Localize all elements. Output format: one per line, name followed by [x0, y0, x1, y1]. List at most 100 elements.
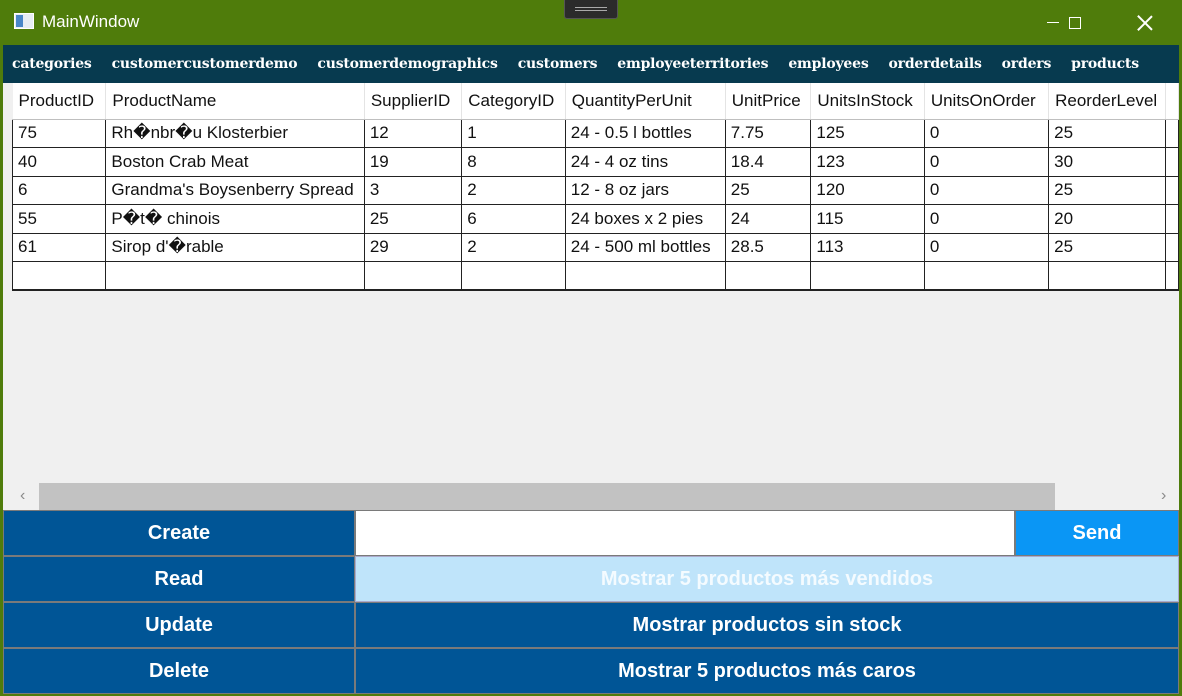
table-cell[interactable]: 24	[724, 204, 812, 234]
table-cell[interactable]: 0	[923, 147, 1050, 177]
table-cell[interactable]: 125	[810, 118, 925, 148]
table-cell[interactable]: 24 - 0.5 l bottles	[564, 118, 726, 148]
snap-layout-handle[interactable]	[564, 0, 618, 19]
menu-item-orders[interactable]: orders	[992, 56, 1061, 72]
menu-item-employees[interactable]: employees	[778, 56, 878, 72]
table-cell[interactable]: 0	[923, 204, 1050, 234]
table-cell[interactable]: 0	[923, 118, 1050, 148]
header-row: ProductID ProductName SupplierID Categor…	[12, 83, 1179, 120]
table-row[interactable]: 55 P�t� chinois 25 6 24 boxes x 2 pies 24 115 0…	[11, 204, 1179, 234]
table-cell[interactable]: 6	[461, 204, 566, 234]
maximize-button[interactable]	[1052, 0, 1098, 45]
table-cell[interactable]: 25	[1048, 175, 1166, 205]
title-bar[interactable]: MainWindow	[0, 0, 1182, 45]
table-cell[interactable]: 25	[363, 204, 463, 234]
table-cell[interactable]: 8	[461, 147, 566, 177]
table-row[interactable]	[11, 261, 1179, 291]
table-cell[interactable]: 0	[923, 232, 1050, 262]
table-cell[interactable]	[363, 261, 463, 291]
table-cell[interactable]: 19	[363, 147, 463, 177]
close-button[interactable]	[1122, 0, 1168, 45]
table-cell[interactable]: 120	[810, 175, 925, 205]
table-cell[interactable]: 40	[11, 147, 107, 177]
column-header-unitsonorder[interactable]: UnitsOnOrder	[924, 83, 1050, 120]
column-header-supplierid[interactable]: SupplierID	[364, 83, 463, 120]
table-cell[interactable]: Rh�nbr�u Klosterbier	[105, 118, 365, 148]
table-cell[interactable]: 2	[461, 232, 566, 262]
table-cell[interactable]	[11, 261, 107, 291]
table-cell[interactable]: 123	[810, 147, 925, 177]
table-cell[interactable]: 55	[11, 204, 107, 234]
table-cell[interactable]: Grandma's Boysenberry Spread	[105, 175, 365, 205]
table-cell[interactable]: 24 - 500 ml bottles	[564, 232, 726, 262]
read-button[interactable]: Read	[3, 556, 355, 602]
delete-button[interactable]: Delete	[3, 648, 355, 694]
column-header-reorderlevel[interactable]: ReorderLevel	[1048, 83, 1166, 120]
table-cell[interactable]: 1	[461, 118, 566, 148]
column-header-quantityperunit[interactable]: QuantityPerUnit	[565, 83, 726, 120]
table-cell[interactable]: Boston Crab Meat	[105, 147, 365, 177]
table-cell[interactable]: Sirop d'�rable	[105, 232, 365, 262]
scroll-left-icon[interactable]: ‹	[20, 487, 25, 505]
column-header-unitprice[interactable]: UnitPrice	[725, 83, 812, 120]
table-cell[interactable]: 12	[363, 118, 463, 148]
update-button[interactable]: Update	[3, 602, 355, 648]
horizontal-scrollbar[interactable]: ‹ ›	[3, 483, 1179, 510]
table-cell[interactable]: 3	[363, 175, 463, 205]
table-cell[interactable]	[810, 261, 925, 291]
table-cell[interactable]: 2	[461, 175, 566, 205]
window-title: MainWindow	[42, 12, 140, 31]
create-button[interactable]: Create	[3, 510, 355, 556]
table-cell[interactable]: 25	[1048, 232, 1166, 262]
table-cell[interactable]: 113	[810, 232, 925, 262]
table-cell[interactable]: 25	[724, 175, 812, 205]
menu-item-customerdemographics[interactable]: customerdemographics	[307, 56, 507, 72]
scrollbar-thumb[interactable]	[39, 483, 1055, 510]
table-cell[interactable]: 28.5	[724, 232, 812, 262]
menu-item-customers[interactable]: customers	[508, 56, 608, 72]
table-cell[interactable]: 0	[923, 175, 1050, 205]
table-cell[interactable]: 24 boxes x 2 pies	[564, 204, 726, 234]
table-cell[interactable]: 18.4	[724, 147, 812, 177]
menu-item-categories[interactable]: categories	[3, 56, 102, 72]
top-sold-products-button[interactable]: Mostrar 5 productos más vendidos	[355, 556, 1179, 602]
column-header-productid[interactable]: ProductID	[12, 83, 107, 120]
column-header-productname[interactable]: ProductName	[105, 83, 365, 120]
table-cell[interactable]: 30	[1048, 147, 1166, 177]
column-header-overflow	[1165, 83, 1179, 120]
column-header-unitsinstock[interactable]: UnitsInStock	[810, 83, 925, 120]
menu-item-orderdetails[interactable]: orderdetails	[879, 56, 992, 72]
scroll-right-icon[interactable]: ›	[1161, 487, 1166, 505]
table-cell[interactable]: 29	[363, 232, 463, 262]
create-input[interactable]	[355, 510, 1015, 556]
table-cell[interactable]: 6	[11, 175, 107, 205]
table-cell[interactable]: 61	[11, 232, 107, 262]
no-stock-products-button[interactable]: Mostrar productos sin stock	[355, 602, 1179, 648]
table-cell[interactable]: 20	[1048, 204, 1166, 234]
table-cell[interactable]	[724, 261, 812, 291]
column-header-categoryid[interactable]: CategoryID	[461, 83, 566, 120]
menu-item-employeeterritories[interactable]: employeeterritories	[607, 56, 778, 72]
table-cell[interactable]: P�t� chinois	[105, 204, 365, 234]
table-cell[interactable]	[1048, 261, 1166, 291]
table-row[interactable]: 61 Sirop d'�rable 29 2 24 - 500 ml bottles 28…	[11, 232, 1179, 262]
table-cell[interactable]	[461, 261, 566, 291]
table-row[interactable]: 75 Rh�nbr�u Klosterbier 12 1 24 - 0.5 l bott…	[11, 118, 1179, 148]
table-cell[interactable]: 25	[1048, 118, 1166, 148]
table-cell-overflow	[1164, 118, 1179, 148]
table-cell[interactable]: 7.75	[724, 118, 812, 148]
menu-item-customercustomerdemo[interactable]: customercustomerdemo	[102, 56, 308, 72]
table-cell[interactable]: 115	[810, 204, 925, 234]
most-expensive-products-button[interactable]: Mostrar 5 productos más caros	[355, 648, 1179, 694]
table-cell[interactable]: 12 - 8 oz jars	[564, 175, 726, 205]
table-cell[interactable]: 75	[11, 118, 107, 148]
table-cell[interactable]: 24 - 4 oz tins	[564, 147, 726, 177]
table-row[interactable]: 6 Grandma's Boysenberry Spread 3 2 12 - 8 oz…	[11, 175, 1179, 205]
menu-item-products[interactable]: products	[1061, 56, 1149, 72]
table-cell[interactable]	[105, 261, 365, 291]
table-row[interactable]: 40 Boston Crab Meat 19 8 24 - 4 oz tins 18.4 1…	[11, 147, 1179, 177]
send-button[interactable]: Send	[1015, 510, 1179, 556]
table-cell-overflow	[1164, 175, 1179, 205]
table-cell[interactable]	[923, 261, 1050, 291]
table-cell[interactable]	[564, 261, 726, 291]
